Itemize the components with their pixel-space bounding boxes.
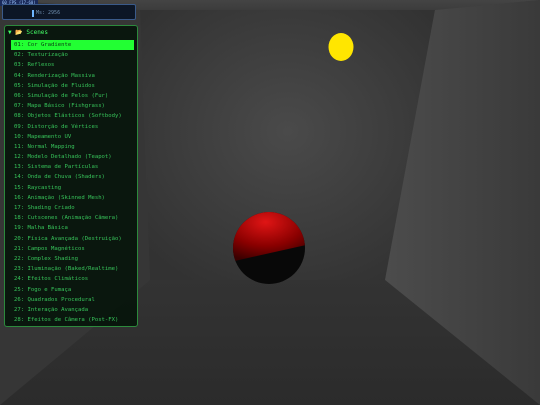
top-info-bar[interactable]: Ms: 2956 — [2, 4, 136, 20]
scene-item[interactable]: 15: Raycasting — [11, 183, 134, 193]
scene-item[interactable]: 03: Reflexos — [11, 60, 134, 70]
scene-item[interactable]: 09: Distorção de Vértices — [11, 122, 134, 132]
scene-item[interactable]: 06: Simulação de Pelos (Fur) — [11, 91, 134, 101]
scenes-panel-title: Scenes — [26, 29, 49, 36]
scene-item[interactable]: 19: Malha Básica — [11, 223, 134, 233]
scene-item[interactable]: 17: Shading Criado — [11, 203, 134, 213]
scene-item[interactable]: 21: Campos Magnéticos — [11, 244, 134, 254]
scene-item[interactable]: 23: Iluminação (Baked/Realtime) — [11, 264, 134, 274]
scene-item[interactable]: 02: Texturização — [11, 50, 134, 60]
scene-item[interactable]: 11: Normal Mapping — [11, 142, 134, 152]
scene-item[interactable]: 22: Complex Shading — [11, 254, 134, 264]
collapse-toggle-icon[interactable]: ▼ — [8, 29, 12, 36]
scene-item[interactable]: 24: Efeitos Climáticos — [11, 274, 134, 284]
scenes-panel-header[interactable]: ▼ 📂 Scenes — [8, 29, 48, 37]
scene-item[interactable]: 18: Cutscenes (Animação Câmera) — [11, 213, 134, 223]
scene-item[interactable]: 01: Cor Gradiente — [11, 40, 134, 51]
scene-item[interactable]: 25: Fogo e Fumaça — [11, 285, 134, 295]
scene-item[interactable]: 27: Interação Avançada — [11, 305, 134, 315]
cursor-marker — [32, 10, 34, 17]
scene-item[interactable]: 08: Objetos Elásticos (Softbody) — [11, 111, 134, 121]
scene-item[interactable]: 20: Física Avançada (Destruição) — [11, 234, 134, 244]
scene-item[interactable]: 26: Quadrados Procedural — [11, 295, 134, 305]
scene-item[interactable]: 07: Mapa Básico (Fishgrass) — [11, 101, 134, 111]
scene-item[interactable]: 16: Animação (Skinned Mesh) — [11, 193, 134, 203]
scene-item[interactable]: 13: Sistema de Partículas — [11, 162, 134, 172]
top-info-text: Ms: 2956 — [36, 10, 61, 16]
scene-item[interactable]: 28: Efeitos de Câmera (Post-FX) — [11, 315, 134, 325]
scene-item[interactable]: 10: Mapeamento UV — [11, 132, 134, 142]
scene-list: 01: Cor Gradiente 02: Texturização 03: Ref… — [11, 40, 134, 325]
folder-icon: 📂 — [15, 29, 23, 36]
scene-item[interactable]: 04: Renderização Massiva — [11, 71, 134, 81]
scene-item[interactable]: 12: Modelo Detalhado (Teapot) — [11, 152, 134, 162]
yellow-light-orb — [328, 33, 354, 61]
scene-item[interactable]: 05: Simulação de Fluidos — [11, 81, 134, 91]
scene-item[interactable]: 14: Onda de Chuva (Shaders) — [11, 172, 134, 182]
scenes-panel: ▼ 📂 Scenes 01: Cor Gradiente 02: Texturiz… — [4, 25, 138, 327]
